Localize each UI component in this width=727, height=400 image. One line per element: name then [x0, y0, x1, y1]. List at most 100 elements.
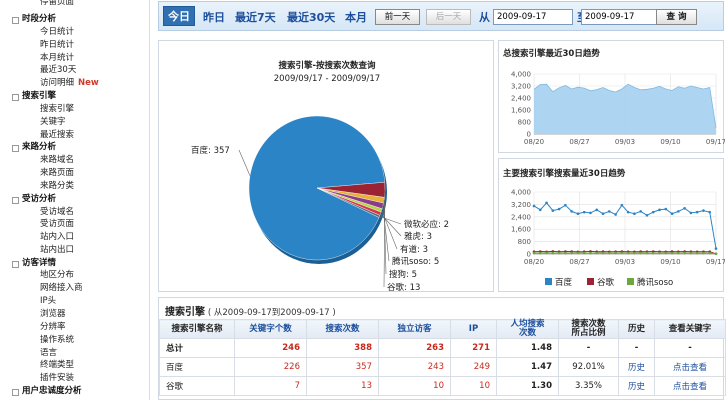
data-point — [645, 251, 649, 255]
table-range: ( 从2009-09-17到2009-09-17 ) — [207, 308, 336, 318]
to-date-input[interactable] — [581, 9, 661, 25]
sidebar-item[interactable]: 受访域名 — [0, 207, 74, 218]
table-cell-searches: 13 — [306, 376, 379, 396]
data-point — [651, 251, 655, 255]
tab-today[interactable]: 今日 — [163, 6, 195, 26]
next-day-button[interactable]: 后一天 — [426, 9, 471, 25]
table-title: 搜索引擎 — [165, 307, 205, 318]
prev-day-button[interactable]: 前一天 — [375, 9, 420, 25]
sidebar-item[interactable]: 最近搜索 — [0, 130, 74, 141]
sidebar-category[interactable]: 时段分析 — [0, 14, 56, 25]
data-point — [689, 211, 693, 215]
sidebar-item[interactable]: 地区分布 — [0, 270, 74, 281]
column-header[interactable]: 人均搜索 次数 — [496, 319, 559, 339]
x-tick-label: 08/27 — [569, 138, 589, 146]
sidebar-item-label: 插件安装 — [40, 373, 75, 383]
data-point — [545, 251, 548, 255]
pie-chart-panel: 搜索引擎-按搜索次数查询 2009/09/17 - 2009/09/17 百度:… — [158, 40, 494, 293]
legend-label: 谷歌 — [597, 277, 615, 288]
table-cell-view: - — [654, 338, 726, 358]
column-header[interactable]: 关键字个数 — [234, 319, 307, 339]
sidebar-category[interactable]: 来路分析 — [0, 142, 56, 153]
sidebar-item-label: 关键字 — [40, 117, 66, 127]
sidebar-item-label: 最近30天 — [40, 65, 77, 75]
table-cell-history[interactable]: 历史 — [618, 357, 655, 377]
table-row: 总计 246 388 263 271 1.48- - - — [159, 338, 726, 358]
x-tick-label: 09/03 — [615, 258, 635, 266]
table-cell-history[interactable]: 历史 — [618, 376, 655, 396]
sidebar-item[interactable]: IP头 — [0, 296, 56, 307]
data-point — [645, 213, 649, 217]
sidebar-item[interactable]: 访问明细 New — [0, 78, 99, 89]
pie-leader-line — [379, 216, 402, 225]
sidebar-item-label: 访问明细 — [40, 78, 75, 88]
data-point — [633, 212, 636, 215]
sidebar-item[interactable]: 分辨率 — [0, 322, 66, 333]
column-header: 历史 — [618, 319, 655, 339]
data-point — [664, 207, 668, 211]
data-point — [557, 251, 561, 255]
sidebar-item[interactable]: 终端类型 — [0, 360, 74, 371]
tab-yesterday[interactable]: 昨日 — [203, 9, 225, 25]
data-point — [551, 251, 555, 255]
sidebar-item[interactable]: 站内入口 — [0, 232, 74, 243]
sidebar-item[interactable]: 来路分类 — [0, 181, 74, 192]
data-point — [564, 203, 567, 207]
column-header[interactable]: 搜索次数 — [306, 319, 379, 339]
data-point — [633, 251, 636, 255]
sidebar-item[interactable]: 关键字 — [0, 117, 66, 128]
from-date-input[interactable] — [493, 9, 573, 25]
sidebar-category[interactable]: 受访分析 — [0, 194, 56, 205]
data-point — [557, 207, 561, 211]
data-point — [589, 211, 592, 215]
data-point — [708, 251, 712, 255]
sidebar-item[interactable]: 搜索引擎 — [0, 104, 74, 115]
sidebar-item[interactable]: 昨日统计 — [0, 40, 74, 51]
sidebar-item[interactable]: 本月统计 — [0, 53, 74, 64]
column-header[interactable]: 独立访客 — [378, 319, 451, 339]
sidebar-item-label: 搜索引擎 — [22, 91, 57, 101]
sidebar-item-label: 受访域名 — [40, 207, 75, 217]
sidebar-item[interactable]: 网络接入商 — [0, 283, 83, 294]
sidebar-item[interactable]: 来路域名 — [0, 155, 74, 166]
sidebar-item[interactable]: 浏览器 — [0, 309, 66, 320]
sidebar-category[interactable]: 用户忠诚度分析 — [0, 386, 82, 397]
sidebar-item-label: 昨日统计 — [40, 40, 75, 50]
column-header[interactable]: IP — [450, 319, 497, 339]
sidebar-category[interactable]: 搜索引擎 — [0, 91, 56, 102]
sidebar-item[interactable]: 操作系统 — [0, 335, 74, 346]
sidebar-item-label: 网络接入商 — [40, 283, 83, 293]
sidebar-item[interactable]: 受访页面 — [0, 219, 74, 230]
x-tick-label: 09/10 — [660, 138, 680, 146]
table-cell-view[interactable]: 点击查看 — [654, 357, 726, 377]
table-cell-keywords: 7 — [234, 376, 307, 396]
tab-last30[interactable]: 最近30天 — [287, 9, 335, 25]
pie-label: 腾讯soso: 5 — [392, 256, 439, 267]
sidebar-item[interactable]: 来路页面 — [0, 168, 74, 179]
data-point — [626, 210, 630, 214]
query-button[interactable]: 查 询 — [656, 9, 697, 25]
sidebar-item[interactable]: 插件安装 — [0, 373, 74, 384]
table-header-row: 搜索引擎名称 关键字个数 搜索次数 独立访客 IP 人均搜索 次数 搜索次数 所占比例 历史查… — [159, 319, 726, 339]
data-point — [601, 251, 605, 255]
tab-last7[interactable]: 最近7天 — [235, 9, 276, 25]
sidebar-item[interactable]: 最近30天 — [0, 65, 76, 76]
table-cell-ratio: 3.35% — [558, 376, 619, 396]
x-tick-label: 08/27 — [569, 258, 589, 266]
y-tick-label: 1,600 — [511, 107, 531, 115]
x-tick-label: 09/10 — [660, 258, 680, 266]
table-cell-view[interactable]: 点击查看 — [654, 376, 726, 396]
sidebar-item-label: 来路页面 — [40, 168, 75, 178]
data-point — [714, 247, 718, 250]
data-point — [677, 251, 680, 255]
tab-month[interactable]: 本月 — [345, 9, 367, 25]
sidebar-item[interactable]: 语言 — [0, 348, 57, 359]
data-point — [532, 204, 536, 208]
sidebar-item-label: 今日统计 — [40, 27, 75, 37]
sidebar-item[interactable]: 今日统计 — [0, 27, 74, 38]
area-series-total — [534, 84, 716, 134]
sidebar-item[interactable]: 停留页面 — [0, 0, 74, 8]
sidebar-item[interactable]: 站内出口 — [0, 245, 74, 256]
sidebar-category[interactable]: 访客详情 — [0, 258, 56, 269]
table-cell-ratio: - — [558, 338, 619, 358]
